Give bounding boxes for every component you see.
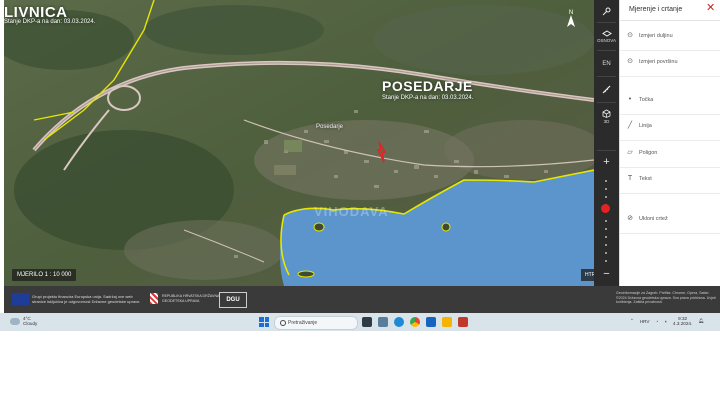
toolbar-language-label: EN <box>602 60 611 67</box>
clock[interactable]: 9:32 4.3.2024. <box>673 316 692 326</box>
chevron-up-icon[interactable]: ⌃ <box>630 318 634 324</box>
notification-bell-icon[interactable]: 🔔︎ <box>698 318 704 324</box>
toolbar-pin-button[interactable] <box>594 0 619 22</box>
weather-desc: Cloudy <box>23 321 38 326</box>
north-arrow-icon: N <box>567 10 575 27</box>
point-icon: • <box>628 96 632 103</box>
panel-title: Mjerenje i crtanje <box>629 6 683 13</box>
map-sublabel-livnica: Stanje DKP-a na dan: 03.03.2024. <box>4 19 96 25</box>
satellite-imagery <box>4 0 594 286</box>
line-icon: ╱ <box>627 122 633 129</box>
map-sublabel-posedarje: Stanje DKP-a na dan: 03.03.2024. <box>382 95 474 101</box>
edge-icon[interactable] <box>394 317 404 327</box>
panel-item-label: Poligon <box>639 150 658 156</box>
clear-icon: ⊘ <box>627 215 633 222</box>
ministry-text: REPUBLIKA HRVATSKA DRŽAVNA GEODETSKA UPR… <box>162 294 220 303</box>
layers-icon <box>601 29 612 37</box>
clock-date: 4.3.2024. <box>673 321 693 326</box>
scale-indicator: MJERILO 1 : 10 000 <box>12 269 77 281</box>
panel-item-label: Linija <box>639 123 652 129</box>
ruler-icon: ⊙ <box>627 32 633 39</box>
text-icon: T <box>627 175 633 182</box>
measure-draw-panel: Mjerenje i crtanje ✕ ⊙ Izmjeri duljinu ⊙… <box>619 0 720 286</box>
widgets-icon[interactable] <box>378 317 388 327</box>
pin-icon <box>602 7 611 15</box>
panel-header: Mjerenje i crtanje ✕ <box>620 0 720 21</box>
map-toolbar: OSNOVA EN 3D + − <box>594 0 619 286</box>
map-watermark: VIHODAVA <box>314 204 389 219</box>
panel-item-point[interactable]: • Točka <box>620 88 720 115</box>
cube-icon <box>602 109 611 118</box>
croatia-crest-icon <box>150 293 158 304</box>
panel-item-measure-length[interactable]: ⊙ Izmjeri duljinu <box>620 24 720 51</box>
map-place-label: Posedarje <box>316 124 344 130</box>
search-icon <box>280 320 286 326</box>
footer-legal-text[interactable]: Geoinformacije za Zagreb. Prefiks: Chrom… <box>616 291 716 305</box>
close-icon[interactable]: ✕ <box>706 3 715 14</box>
panel-item-label: Tekst <box>639 176 652 182</box>
zoom-in-button[interactable]: + <box>594 152 619 172</box>
toolbar-basemap-label: OSNOVA <box>597 37 616 43</box>
area-icon: ⊙ <box>627 58 633 65</box>
language-indicator[interactable]: HRV <box>640 319 650 324</box>
app-window: LIVNICA Stanje DKP-a na dan: 03.03.2024.… <box>0 0 720 331</box>
file-explorer-icon[interactable] <box>442 317 452 327</box>
map-canvas[interactable]: LIVNICA Stanje DKP-a na dan: 03.03.2024.… <box>4 0 594 286</box>
panel-item-measure-area[interactable]: ⊙ Izmjeri površinu <box>620 50 720 77</box>
toolbar-3d-button[interactable]: 3D <box>594 104 619 128</box>
panel-item-label: Točka <box>639 97 654 103</box>
panel-item-label: Ukloni crtež <box>639 216 668 222</box>
volume-icon[interactable]: ◖ <box>664 319 667 324</box>
weather-widget[interactable]: 4°C Cloudy <box>10 316 37 326</box>
zoom-slider-track[interactable] <box>605 180 608 262</box>
measure-icon <box>602 85 611 93</box>
app-icon[interactable] <box>458 317 468 327</box>
task-view-icon[interactable] <box>362 317 372 327</box>
zoom-slider-handle[interactable] <box>601 204 610 213</box>
eu-funding-text: Grupi projektu financira Europska unija.… <box>32 294 141 304</box>
taskbar-search[interactable]: Pretraživanje <box>274 316 358 330</box>
store-icon[interactable] <box>426 317 436 327</box>
zoom-out-button[interactable]: − <box>594 264 619 284</box>
panel-item-line[interactable]: ╱ Linija <box>620 114 720 141</box>
chrome-icon[interactable] <box>410 317 420 327</box>
dgu-logo: DGU <box>219 292 247 308</box>
windows-taskbar: 4°C Cloudy Pretraživanje ⌃ HRV ◔ ◖ 9:32 … <box>0 313 720 331</box>
panel-item-label: Izmjeri duljinu <box>639 33 673 39</box>
panel-item-polygon[interactable]: ▱ Poligon <box>620 141 720 168</box>
coordinate-system-selector[interactable]: HTRS96/TM <box>581 269 594 281</box>
panel-item-clear-drawing[interactable]: ⊘ Ukloni crtež <box>620 207 720 234</box>
toolbar-basemap-button[interactable]: OSNOVA <box>594 24 619 48</box>
start-button[interactable] <box>259 317 269 327</box>
toolbar-3d-label: 3D <box>603 118 610 124</box>
eu-flag-icon <box>12 293 29 305</box>
wifi-icon[interactable]: ◔ <box>655 319 658 324</box>
system-tray: ⌃ HRV ◔ ◖ 9:32 4.3.2024. 🔔︎ <box>630 316 704 326</box>
cloud-icon <box>10 317 20 325</box>
polygon-icon: ▱ <box>627 149 633 156</box>
panel-item-text[interactable]: T Tekst <box>620 167 720 194</box>
toolbar-measure-button[interactable] <box>594 78 619 100</box>
map-label-posedarje: POSEDARJE <box>382 78 473 94</box>
toolbar-language-button[interactable]: EN <box>594 52 619 74</box>
taskbar-search-placeholder: Pretraživanje <box>288 320 318 326</box>
site-footer: Grupi projektu financira Europska unija.… <box>4 286 720 313</box>
panel-item-label: Izmjeri površinu <box>639 59 678 65</box>
